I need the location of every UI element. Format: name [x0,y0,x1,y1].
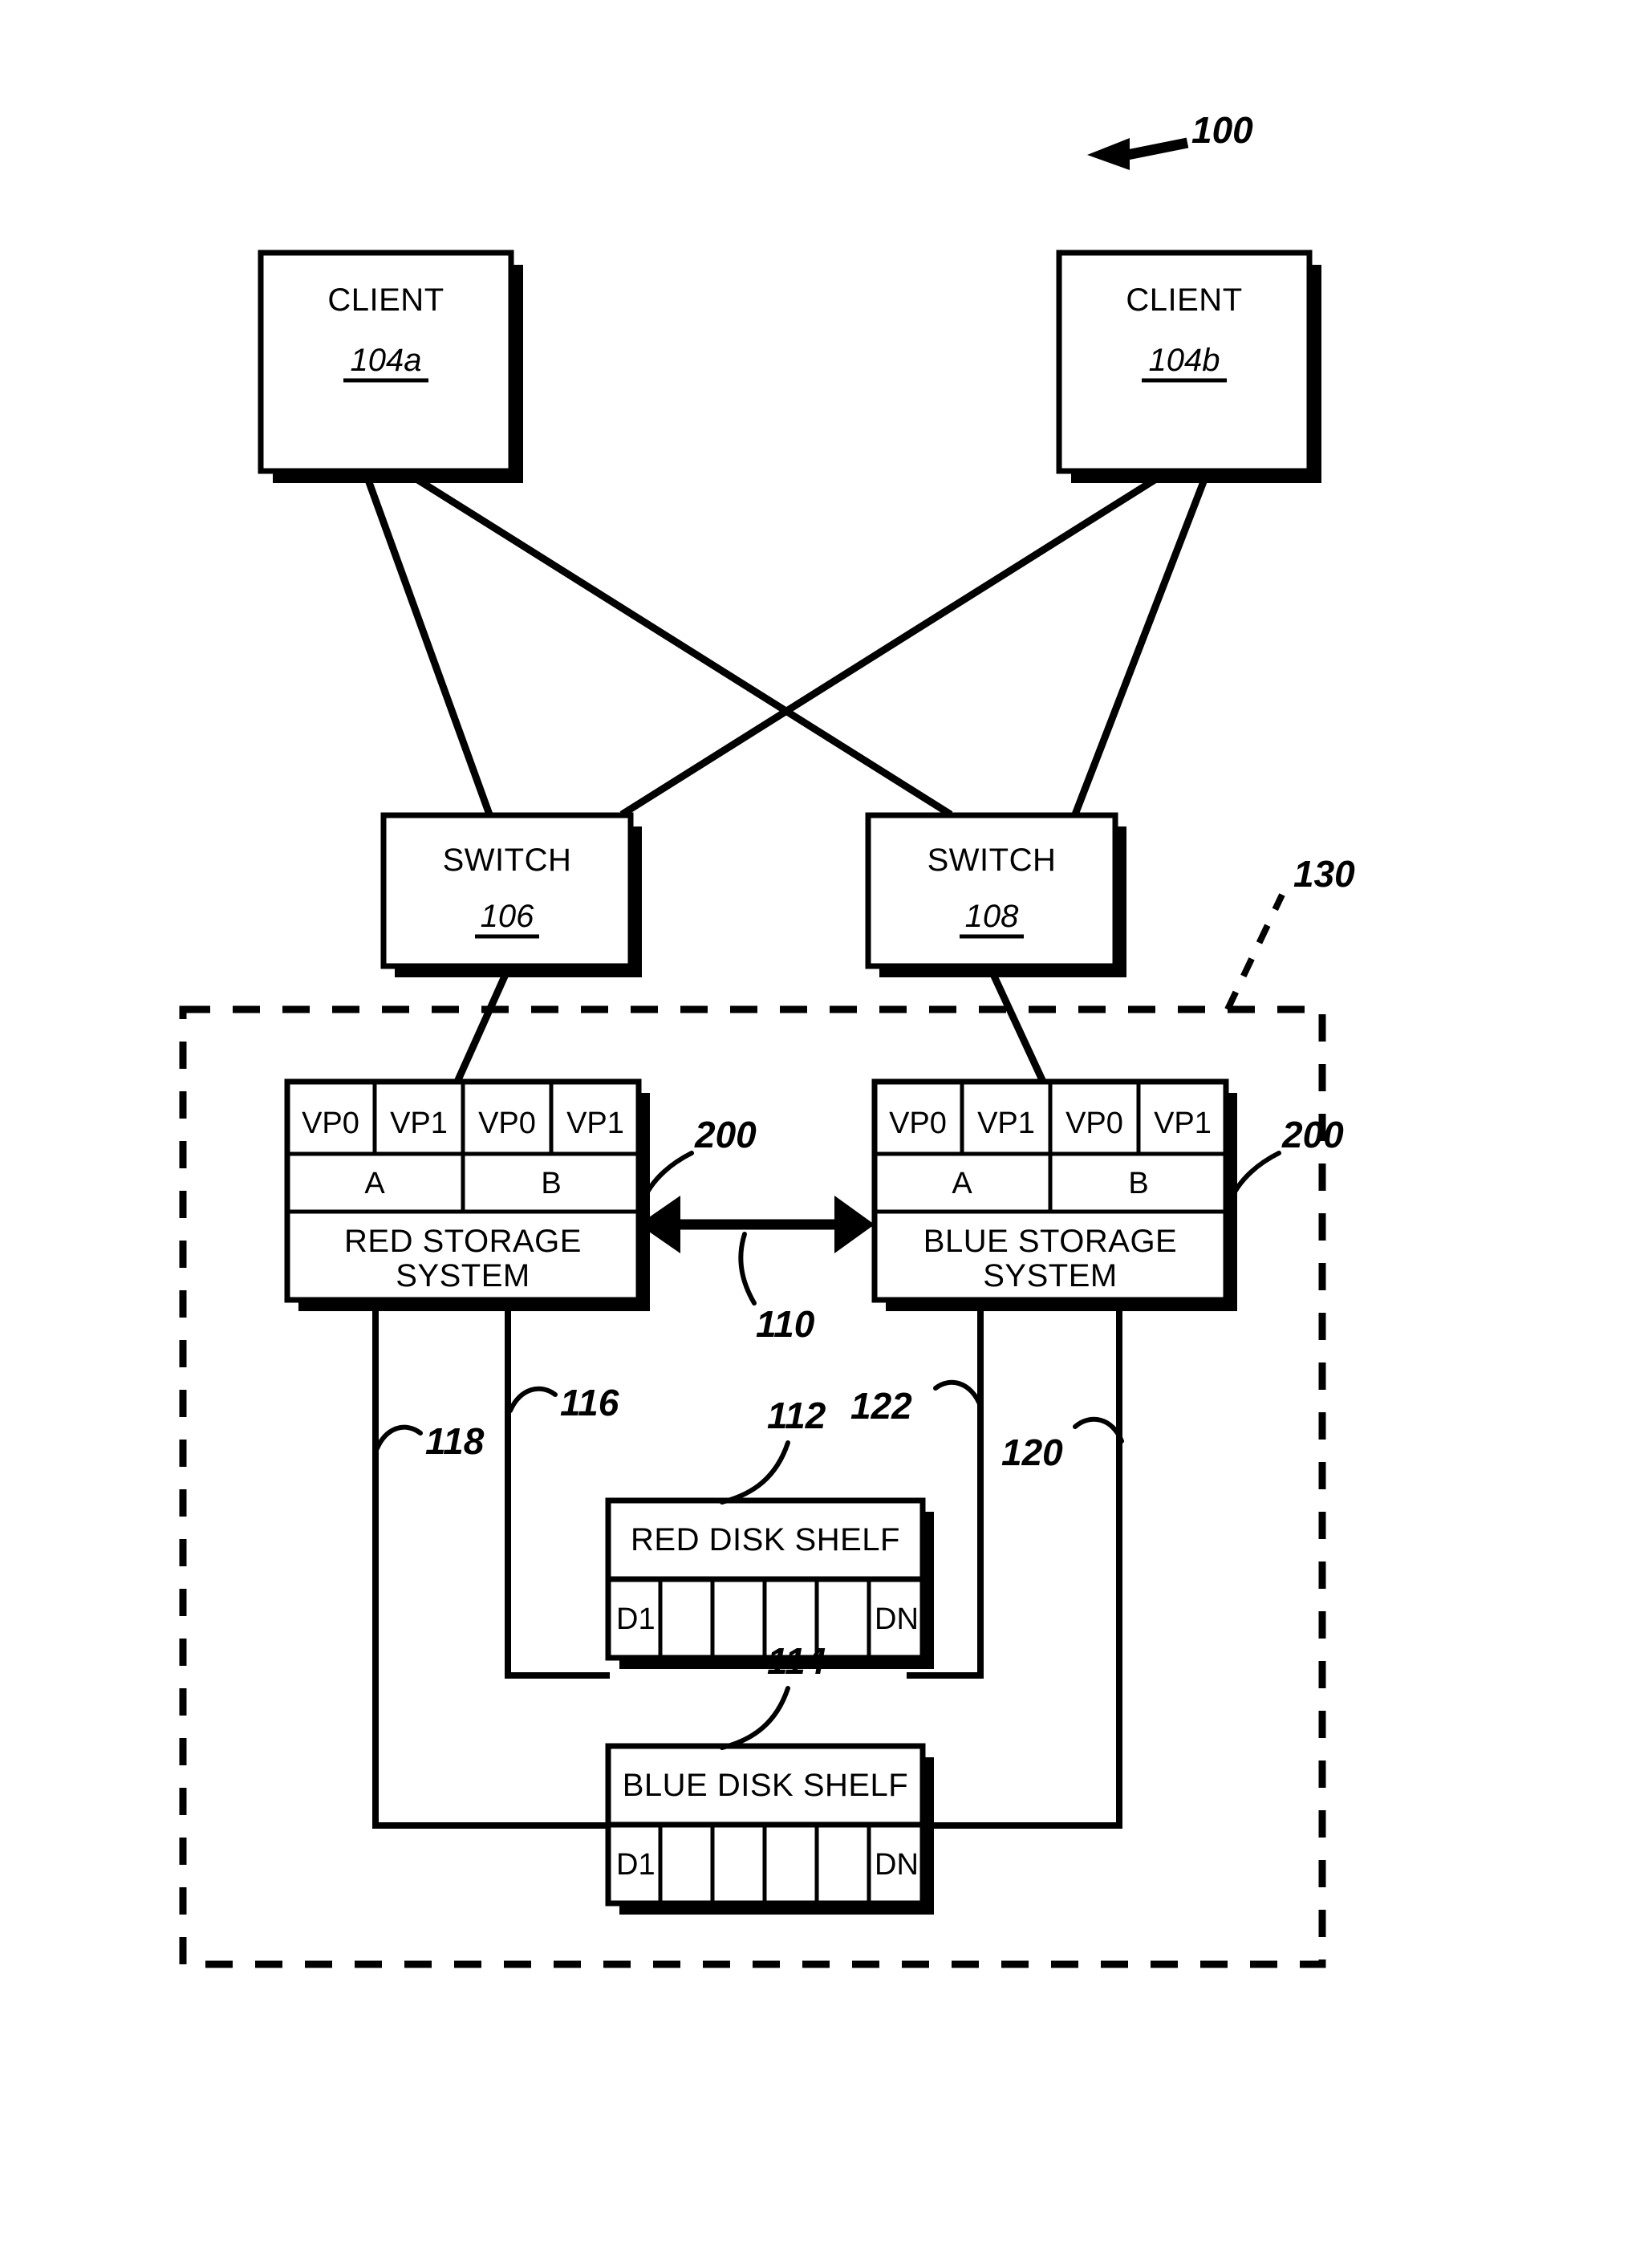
red-storage-ref-200: 200 [694,1114,757,1155]
interconnect-110-label: 110 [756,1303,815,1345]
figure-ref-100-group: 100 [1087,109,1253,170]
ref-122-leader [933,1379,983,1408]
link-108-to-blue-storage [988,969,1047,1083]
blue-storage-ref-200-group: 200 [1227,1114,1344,1206]
switch-106-box [380,812,634,969]
ref-116-leader [508,1386,558,1413]
client-104b[interactable]: CLIENT 104b [1056,250,1321,483]
blue-storage-label-line2: SYSTEM [983,1258,1117,1293]
blue-storage-label-line1: BLUE STORAGE [923,1224,1177,1259]
ref-120-group: 120 [1001,1416,1124,1473]
blue-storage-system[interactable]: VP0 VP1 VP0 VP1 A B BLUE STORAGE SYSTEM [871,1078,1237,1311]
red-disk-shelf-label: RED DISK SHELF [631,1522,900,1557]
client-switch-links [362,470,1211,818]
red-disk-shelf-ref-leader [720,1440,790,1505]
ref-118-leader [375,1424,423,1451]
client-104a[interactable]: CLIENT 104a [258,250,523,483]
switch-storage-links [453,969,1047,1083]
blue-storage-vport-0: VP0 [889,1107,947,1140]
blue-disk-dn: DN [875,1848,919,1882]
link-104a-to-106 [362,472,493,816]
client-104a-ref: 104a [351,343,422,378]
figure-ref-label: 100 [1191,109,1253,151]
ref-120-leader [1073,1416,1124,1444]
blue-disk-shelf-ref-114: 114 [767,1640,826,1682]
cluster-interconnect-110: 110 [639,1196,875,1345]
red-storage-vport-1: VP1 [390,1107,448,1140]
client-104b-ref: 104b [1149,343,1220,378]
switch-106-title: SWITCH [443,843,572,878]
figure-ref-arrow-head [1087,138,1130,170]
patent-figure: 100 CLIENT 104a CLIENT 104b SWITCH 106 S… [0,0,1652,2262]
interconnect-110-arrow-right [834,1196,875,1253]
red-storage-vport-3: VP1 [566,1107,624,1140]
red-storage-node-b: B [541,1167,561,1200]
red-disk-dn: DN [875,1602,919,1636]
ref-122-group: 122 [850,1379,983,1427]
figure-ref-arrow-shaft [1126,137,1189,160]
link-104b-to-108 [1071,472,1211,816]
switch-108-ref: 108 [965,899,1019,934]
blue-disk-d1: D1 [616,1848,656,1882]
ref-122-label: 122 [850,1385,912,1427]
client-104a-title: CLIENT [327,282,444,318]
blue-storage-node-a: A [952,1167,972,1200]
ref-116-label: 116 [560,1382,619,1423]
red-storage-system[interactable]: VP0 VP1 VP0 VP1 A B RED STORAGE SYSTEM [284,1078,650,1311]
red-storage-label-line1: RED STORAGE [344,1224,582,1259]
blue-disk-shelf-ref-leader [720,1686,790,1750]
blue-storage-vport-1: VP1 [977,1107,1035,1140]
blue-storage-vport-2: VP0 [1065,1107,1123,1140]
switch-108-box [865,812,1118,969]
red-storage-vport-0: VP0 [302,1107,359,1140]
red-disk-shelf[interactable]: RED DISK SHELF D1 DN 112 [605,1395,934,1669]
red-storage-label-line2: SYSTEM [396,1258,530,1293]
red-storage-vport-2: VP0 [478,1107,536,1140]
switch-108-title: SWITCH [927,843,1057,878]
figure-canvas: 100 CLIENT 104a CLIENT 104b SWITCH 106 S… [179,109,1355,1968]
switch-106[interactable]: SWITCH 106 [380,812,642,977]
enclosure-130-leader [1224,893,1285,1011]
link-106-to-red-storage [453,969,511,1083]
enclosure-130-label: 130 [1293,853,1355,895]
ref-120-label: 120 [1001,1432,1063,1473]
blue-disk-shelf-label: BLUE DISK SHELF [623,1768,909,1803]
blue-storage-ref-200: 200 [1281,1114,1344,1155]
link-104a-to-108 [405,470,953,818]
ref-118-label: 118 [425,1420,485,1462]
switch-108[interactable]: SWITCH 108 [865,812,1126,977]
blue-storage-node-b: B [1128,1167,1148,1200]
blue-disk-shelf[interactable]: BLUE DISK SHELF D1 DN 114 [605,1640,934,1915]
red-storage-node-a: A [364,1167,385,1200]
red-disk-shelf-ref-112: 112 [767,1395,826,1436]
client-104b-title: CLIENT [1126,282,1242,318]
red-disk-d1: D1 [616,1602,656,1636]
switch-106-ref: 106 [481,899,534,934]
ref-116-group: 116 [508,1382,619,1423]
ref-118-group: 118 [375,1420,485,1462]
connection-116 [505,1308,610,1679]
link-104b-to-106 [619,470,1167,818]
red-storage-ref-200-group: 200 [639,1114,757,1206]
blue-storage-vport-3: VP1 [1154,1107,1212,1140]
interconnect-110-leader [738,1232,757,1306]
